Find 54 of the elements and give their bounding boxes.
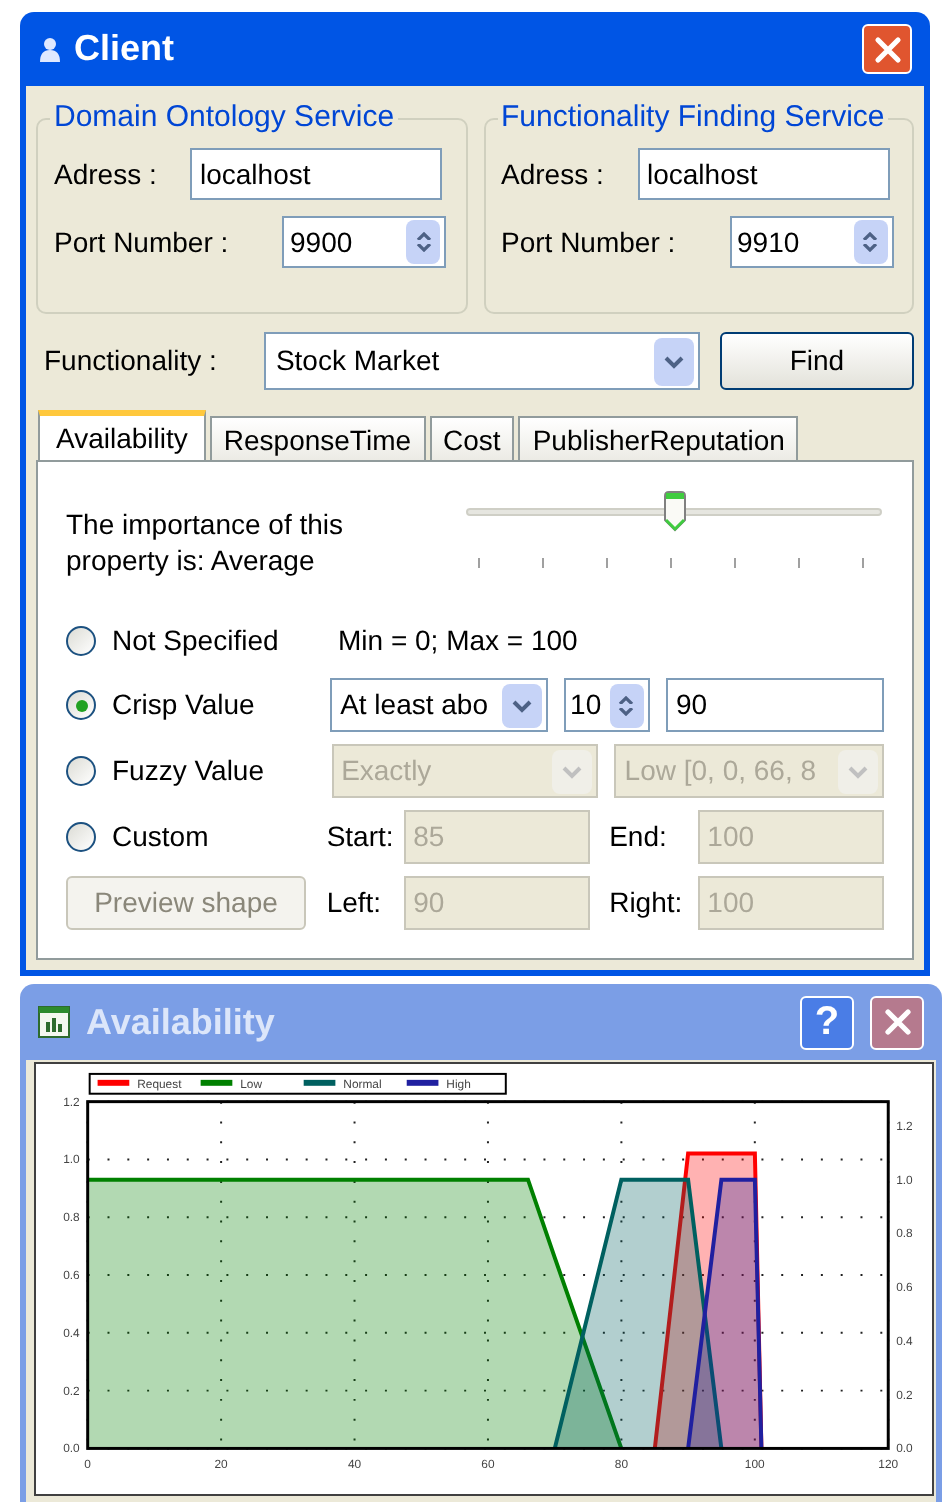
radio-button[interactable] <box>66 690 96 720</box>
range-text: Min = 0; Max = 100 <box>338 621 578 659</box>
tab[interactable]: ResponseTime <box>209 416 426 460</box>
field-label: Port Number : <box>501 223 678 261</box>
functionality-dropdown[interactable]: Stock Market <box>263 332 700 390</box>
address-field[interactable]: localhost <box>637 148 889 200</box>
port-field[interactable]: 9910 <box>729 216 893 268</box>
field-label: Adress : <box>54 155 159 193</box>
window-title: Client <box>74 26 177 72</box>
step-field[interactable]: 10 <box>564 678 650 732</box>
chart-icon <box>38 1006 70 1038</box>
spin-buttons[interactable] <box>853 220 887 264</box>
close-icon <box>873 35 901 63</box>
address-field[interactable]: localhost <box>190 148 442 200</box>
field-label: End: <box>609 818 669 856</box>
radio-button[interactable] <box>66 822 96 852</box>
importance-text: The importance of this property is: Average <box>66 506 346 578</box>
group-title: Domain Ontology Service <box>50 100 399 136</box>
close-button[interactable] <box>870 995 924 1049</box>
find-button[interactable]: Find <box>719 332 914 390</box>
tick-mark <box>606 558 608 568</box>
tick-mark <box>542 558 544 568</box>
tick-mark <box>798 558 800 568</box>
group-title: Functionality Finding Service <box>497 100 889 136</box>
tick-mark <box>478 558 480 568</box>
field-label: Right: <box>609 884 685 922</box>
help-button[interactable]: ? <box>800 995 854 1049</box>
slider-thumb[interactable] <box>662 490 688 534</box>
radio-label: Crisp Value <box>112 686 255 724</box>
field-label: Left: <box>326 884 384 922</box>
tab[interactable]: Cost <box>429 416 515 460</box>
close-icon <box>883 1008 911 1036</box>
field-label: Adress : <box>501 155 606 193</box>
radio-label: Custom <box>112 818 209 856</box>
tick-mark <box>670 558 672 568</box>
spin-buttons[interactable] <box>609 683 644 727</box>
radio-button[interactable] <box>66 625 96 655</box>
port-field[interactable]: 9900 <box>282 216 446 268</box>
tick-mark <box>862 558 864 568</box>
operator-dropdown[interactable]: At least abo <box>330 678 549 732</box>
user-icon <box>38 35 62 63</box>
radio-button[interactable] <box>66 756 96 786</box>
tick-mark <box>734 558 736 568</box>
field-label: Port Number : <box>54 223 231 261</box>
field-label: Functionality : <box>42 342 219 380</box>
radio-label: Fuzzy Value <box>112 752 264 790</box>
field-label: Start: <box>326 818 396 856</box>
radio-label: Not Specified <box>112 621 279 660</box>
close-button[interactable] <box>862 24 912 74</box>
window-title: Availability <box>86 999 277 1046</box>
tab[interactable]: PublisherReputation <box>518 416 799 460</box>
tab[interactable]: Availability <box>38 410 206 460</box>
value-field[interactable]: 90 <box>665 678 884 732</box>
spin-buttons[interactable] <box>406 220 440 264</box>
